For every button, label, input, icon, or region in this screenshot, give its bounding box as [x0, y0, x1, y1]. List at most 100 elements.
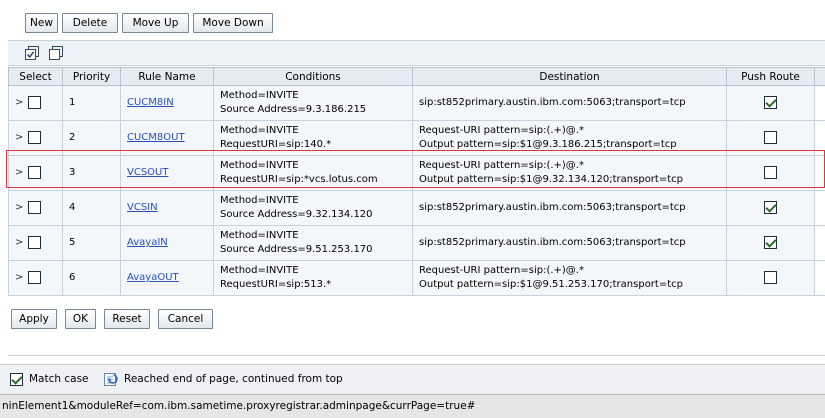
match-case-checkbox[interactable]: [10, 373, 23, 386]
conditions-cell: Method=INVITE Source Address=9.32.134.120: [213, 190, 413, 226]
rule-name-link[interactable]: CUCM8IN: [127, 97, 174, 108]
destination-cell: Request-URI pattern=sip:(.+)@.* Output pa…: [412, 155, 727, 191]
condition-line: Source Address=9.51.253.170: [220, 244, 373, 255]
table-row[interactable]: > 4 VCSIN Method=INVITE Source Address=9.32…: [8, 190, 825, 226]
column-header-push-route[interactable]: Push Route: [726, 67, 815, 86]
destination-line: Output pattern=sip:$1@9.51.253.170;trans…: [419, 279, 683, 290]
reset-button[interactable]: Reset: [104, 309, 150, 329]
select-cell: >: [8, 155, 63, 191]
selection-icon-bar: [8, 40, 825, 66]
select-cell: >: [8, 85, 63, 121]
column-header-priority[interactable]: Priority: [62, 67, 121, 86]
push-route-cell: [726, 260, 815, 296]
destination-line: Request-URI pattern=sip:(.+)@.*: [419, 160, 584, 171]
row-select-checkbox[interactable]: [28, 235, 42, 249]
push-route-cell: [726, 190, 815, 226]
rule-name-link[interactable]: CUCM8OUT: [127, 132, 185, 143]
priority-cell: 3: [62, 155, 121, 191]
condition-line: Method=INVITE: [220, 195, 299, 206]
divider: [8, 355, 825, 356]
priority-cell: 1: [62, 85, 121, 121]
conditions-cell: Method=INVITE Source Address=9.3.186.215: [213, 85, 413, 121]
column-header-filler: [814, 67, 825, 86]
expand-row-icon[interactable]: >: [15, 166, 25, 180]
expand-row-icon[interactable]: >: [15, 201, 25, 215]
expand-row-icon[interactable]: >: [15, 236, 25, 250]
destination-cell: Request-URI pattern=sip:(.+)@.* Output pa…: [412, 260, 727, 296]
row-select-checkbox[interactable]: [28, 200, 42, 214]
rule-name-link[interactable]: AvayaOUT: [127, 272, 179, 283]
wrap-around-icon: [103, 372, 119, 390]
select-all-icon[interactable]: [25, 46, 40, 61]
conditions-cell: Method=INVITE RequestURI=sip:513.*: [213, 260, 413, 296]
expand-row-icon[interactable]: >: [15, 96, 25, 110]
condition-line: Source Address=9.32.134.120: [220, 209, 373, 220]
push-route-checkbox[interactable]: [764, 270, 777, 284]
move-down-button[interactable]: Move Down: [193, 13, 273, 33]
expand-row-icon[interactable]: >: [15, 271, 25, 285]
row-select-checkbox[interactable]: [28, 130, 42, 144]
column-header-destination[interactable]: Destination: [412, 67, 727, 86]
conditions-cell: Method=INVITE RequestURI=sip:*vcs.lotus.c…: [213, 155, 413, 191]
ok-button[interactable]: OK: [65, 309, 96, 329]
push-route-checkbox[interactable]: [764, 165, 777, 179]
table-row[interactable]: > 2 CUCM8OUT Method=INVITE RequestURI=sip:1…: [8, 120, 825, 156]
rule-name-cell: AvayaIN: [120, 225, 214, 261]
conditions-cell: Method=INVITE RequestURI=sip:140.*: [213, 120, 413, 156]
rule-name-link[interactable]: VCSIN: [127, 202, 158, 213]
push-route-checkbox[interactable]: [764, 200, 777, 214]
move-up-button[interactable]: Move Up: [122, 13, 189, 33]
column-header-select[interactable]: Select: [8, 67, 63, 86]
table-toolbar: New Delete Move Up Move Down: [0, 0, 825, 40]
select-cell: >: [8, 190, 63, 226]
destination-line: Request-URI pattern=sip:(.+)@.*: [419, 125, 584, 136]
table-row[interactable]: > 5 AvayaIN Method=INVITE Source Address=9.…: [8, 225, 825, 261]
row-select-checkbox[interactable]: [28, 95, 42, 109]
condition-line: Method=INVITE: [220, 90, 299, 101]
column-header-conditions[interactable]: Conditions: [213, 67, 413, 86]
cancel-button[interactable]: Cancel: [158, 309, 213, 329]
browser-status-bar: ninElement1&moduleRef=com.ibm.sametime.p…: [0, 394, 825, 418]
destination-line: sip:st852primary.austin.ibm.com:5063;tra…: [419, 97, 686, 108]
column-header-rule-name[interactable]: Rule Name: [120, 67, 214, 86]
destination-cell: Request-URI pattern=sip:(.+)@.* Output pa…: [412, 120, 727, 156]
rule-name-cell: VCSOUT: [120, 155, 214, 191]
expand-row-icon[interactable]: >: [15, 131, 25, 145]
destination-cell: sip:st852primary.austin.ibm.com:5063;tra…: [412, 85, 727, 121]
rule-name-cell: AvayaOUT: [120, 260, 214, 296]
find-status-message: Reached end of page, continued from top: [124, 373, 343, 385]
destination-line: sip:st852primary.austin.ibm.com:5063;tra…: [419, 202, 686, 213]
destination-line: sip:st852primary.austin.ibm.com:5063;tra…: [419, 237, 686, 248]
new-button[interactable]: New: [25, 13, 58, 33]
filler-cell: [814, 85, 825, 121]
deselect-all-icon[interactable]: [49, 46, 64, 61]
select-cell: >: [8, 120, 63, 156]
filler-cell: [814, 120, 825, 156]
push-route-checkbox[interactable]: [764, 235, 777, 249]
destination-line: Output pattern=sip:$1@9.3.186.215;transp…: [419, 139, 677, 150]
destination-line: Output pattern=sip:$1@9.32.134.120;trans…: [419, 174, 683, 185]
condition-line: Method=INVITE: [220, 230, 299, 241]
row-select-checkbox[interactable]: [28, 165, 42, 179]
match-case-label[interactable]: Match case: [29, 373, 89, 385]
rule-name-link[interactable]: VCSOUT: [127, 167, 168, 178]
destination-cell: sip:st852primary.austin.ibm.com:5063;tra…: [412, 225, 727, 261]
push-route-checkbox[interactable]: [764, 95, 777, 109]
push-route-cell: [726, 120, 815, 156]
filler-cell: [814, 260, 825, 296]
condition-line: Method=INVITE: [220, 265, 299, 276]
rule-name-cell: CUCM8IN: [120, 85, 214, 121]
priority-cell: 2: [62, 120, 121, 156]
table-row[interactable]: > 1 CUCM8IN Method=INVITE Source Address=9.…: [8, 85, 825, 121]
delete-button[interactable]: Delete: [62, 13, 118, 33]
table-row[interactable]: > 6 AvayaOUT Method=INVITE RequestURI=sip:5…: [8, 260, 825, 296]
apply-button[interactable]: Apply: [11, 309, 57, 329]
push-route-checkbox[interactable]: [764, 130, 777, 144]
row-select-checkbox[interactable]: [28, 270, 42, 284]
rule-name-link[interactable]: AvayaIN: [127, 237, 168, 248]
destination-line: Request-URI pattern=sip:(.+)@.*: [419, 265, 584, 276]
rule-name-cell: VCSIN: [120, 190, 214, 226]
table-row[interactable]: > 3 VCSOUT Method=INVITE RequestURI=sip:*vc…: [8, 155, 825, 191]
filler-cell: [814, 190, 825, 226]
condition-line: Source Address=9.3.186.215: [220, 104, 367, 115]
